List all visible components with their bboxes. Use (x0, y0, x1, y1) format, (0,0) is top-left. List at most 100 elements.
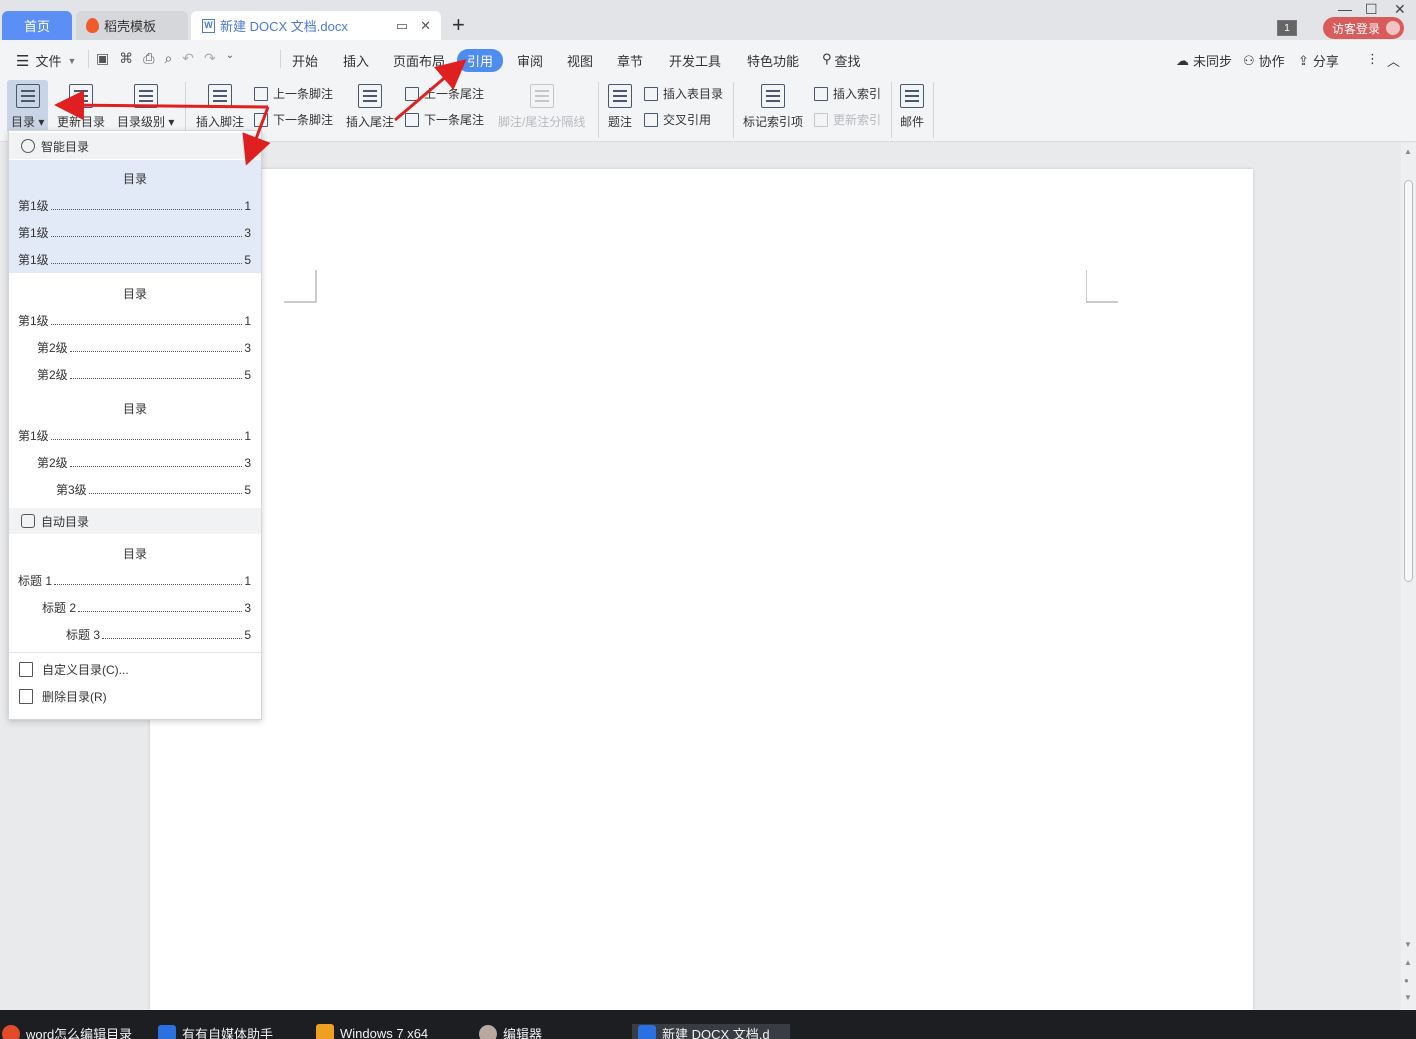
toc-preview-title: 目录 (122, 547, 147, 561)
scrollbar-thumb[interactable] (1404, 180, 1413, 582)
menu-find[interactable]: ⚲ 查找 (822, 51, 861, 70)
crop-mark-top-left (284, 270, 317, 303)
sync-status[interactable]: ☁ 未同步 (1176, 51, 1232, 70)
menu-page-layout[interactable]: 页面布局 (393, 51, 445, 70)
custom-toc-item[interactable]: 自定义目录(C)... (19, 661, 129, 678)
document-page[interactable] (150, 169, 1253, 1010)
toc-style-auto[interactable]: 目录 标题 11 标题 23 标题 35 (9, 535, 261, 648)
insert-index-button[interactable]: 插入索引 (814, 85, 881, 102)
prev-endnote-button[interactable]: 上一条尾注 (405, 85, 484, 102)
taskbar-item-vm[interactable]: Windows 7 x64 (316, 1024, 446, 1039)
delete-toc-icon (19, 689, 33, 704)
print-icon[interactable]: ⎙ (143, 50, 154, 67)
menu-references[interactable]: 引用 (457, 49, 504, 72)
toc-button[interactable]: 目录 ▾ (7, 80, 49, 133)
pin-window-icon[interactable]: ▭ (396, 18, 408, 34)
cross-ref-button[interactable]: 交叉引用 (644, 111, 711, 128)
share-button[interactable]: ⇪ 分享 (1298, 51, 1339, 70)
tab-home[interactable]: 首页 (2, 11, 72, 40)
menu-section[interactable]: 章节 (617, 51, 643, 70)
menu-start[interactable]: 开始 (292, 51, 318, 70)
redo-icon[interactable]: ↷ (204, 50, 216, 67)
delete-toc-item[interactable]: 删除目录(R) (19, 688, 107, 705)
menu-insert[interactable]: 插入 (343, 51, 369, 70)
update-toc-icon (69, 84, 93, 108)
scroll-down-icon[interactable]: ▼ (1404, 940, 1412, 949)
menu-developer[interactable]: 开发工具 (669, 51, 721, 70)
toc-level-icon (133, 84, 158, 108)
toc-preview-line: 标题 11 (18, 574, 251, 588)
close-window-icon[interactable]: ✕ (1394, 1, 1406, 18)
prev-footnote-button[interactable]: 上一条脚注 (254, 85, 333, 102)
toc-style-2[interactable]: 目录 第1级 1 第2级 3 第2级 5 (9, 275, 261, 388)
taskbar-item-label: 新建 DOCX 文档.d (662, 1027, 770, 1039)
divider (9, 652, 261, 653)
mark-index-label: 标记索引项 (743, 115, 804, 129)
taskbar-item-browser[interactable]: word怎么编辑目录 (2, 1024, 142, 1039)
insert-footnote-button[interactable]: 插入脚注 (196, 80, 244, 130)
minimize-icon[interactable]: — (1338, 1, 1352, 17)
new-tab-button[interactable]: + (452, 12, 465, 38)
page-down-icon[interactable]: ▼ (1404, 993, 1412, 1002)
taskbar-item-editor[interactable]: 编辑器 (479, 1024, 569, 1039)
cross-ref-icon (644, 112, 658, 127)
toc-preview-title: 目录 (122, 172, 147, 186)
taskbar-item-label: Windows 7 x64 (340, 1025, 429, 1039)
undo-icon[interactable]: ↶ (182, 50, 194, 67)
collaborate-button[interactable]: ⚇ 协作 (1243, 51, 1285, 70)
update-index-button[interactable]: 更新索引 (814, 111, 881, 128)
menu-review[interactable]: 审阅 (517, 51, 543, 70)
taskbar-item-wps[interactable]: 新建 DOCX 文档.d (632, 1024, 790, 1039)
tab-template[interactable]: 稻壳模板 (76, 11, 188, 40)
next-footnote-button[interactable]: 下一条脚注 (254, 111, 333, 128)
menu-view[interactable]: 视图 (567, 51, 593, 70)
caption-button[interactable]: 题注 (608, 80, 632, 130)
toc-style-3[interactable]: 目录 第1级 1 第2级 3 第3级 5 (9, 390, 261, 503)
taskbar-item-label: word怎么编辑目录 (26, 1027, 133, 1039)
scroll-up-icon[interactable]: ▲ (1404, 147, 1412, 156)
smart-toc-label: 智能目录 (41, 139, 90, 154)
insert-endnote-button[interactable]: 插入尾注 (346, 80, 394, 130)
taskbar-item-label: 有有自媒体助手 (182, 1027, 274, 1039)
mark-index-button[interactable]: 标记索引项 (743, 80, 803, 130)
customize-chevron-icon[interactable]: ⌄ (226, 50, 234, 67)
close-tab-icon[interactable]: ✕ (420, 18, 431, 34)
share-label: 分享 (1312, 54, 1339, 69)
file-menu[interactable]: ☰ 文件 ▼ (16, 51, 76, 70)
mark-index-icon (761, 84, 785, 108)
format-painter-icon[interactable]: ⌘ (119, 50, 133, 67)
save-icon[interactable]: ▣ (96, 50, 109, 67)
crop-mark-top-right (1086, 270, 1118, 303)
mail-button[interactable]: 邮件 (900, 80, 924, 130)
taskbar-item-media[interactable]: 有有自媒体助手 (158, 1024, 278, 1039)
more-icon[interactable]: ⋮ (1366, 51, 1379, 67)
note-separator-button[interactable]: 脚注/尾注分隔线 (498, 80, 585, 130)
page-up-icon[interactable]: ▲ (1404, 958, 1412, 967)
smart-toc-header: 智能目录 (9, 133, 261, 159)
tab-document[interactable]: W 新建 DOCX 文档.docx ▭ ✕ (191, 11, 441, 40)
smart-toc-icon (21, 139, 35, 153)
search-icon: ⚲ (822, 51, 832, 66)
insert-table-toc-button[interactable]: 插入表目录 (644, 85, 723, 102)
toc-style-1[interactable]: 目录 第1级 1 第1级 3 第1级 5 (9, 160, 261, 273)
guest-login-button[interactable]: 访客登录 (1323, 17, 1404, 39)
endnote-icon (358, 84, 382, 108)
maximize-icon[interactable]: ☐ (1365, 1, 1378, 18)
toc-level-button[interactable]: 目录级别 ▾ (117, 80, 174, 130)
toc-preview-line: 第2级 3 (37, 341, 251, 355)
collapse-ribbon-icon[interactable]: ︿ (1387, 51, 1400, 70)
divider (733, 82, 734, 138)
edit-toc-icon (19, 662, 33, 677)
page-select-icon[interactable]: ● (1404, 976, 1409, 985)
print-preview-icon[interactable]: ⌕ (164, 50, 172, 67)
update-toc-button[interactable]: 更新目录 (57, 80, 105, 130)
toc-preview-line: 标题 23 (42, 601, 251, 615)
taskbar: word怎么编辑目录 有有自媒体助手 Windows 7 x64 编辑器 新建 … (0, 1010, 1416, 1039)
window-count-badge[interactable]: 1 (1277, 20, 1297, 36)
next-footnote-icon (254, 112, 268, 127)
word-doc-icon: W (202, 18, 215, 33)
divider (933, 82, 934, 138)
next-endnote-button[interactable]: 下一条尾注 (405, 111, 484, 128)
vertical-scrollbar[interactable]: ▲ ▼ ▲ ● ▼ (1401, 143, 1416, 1010)
menu-features[interactable]: 特色功能 (747, 51, 799, 70)
